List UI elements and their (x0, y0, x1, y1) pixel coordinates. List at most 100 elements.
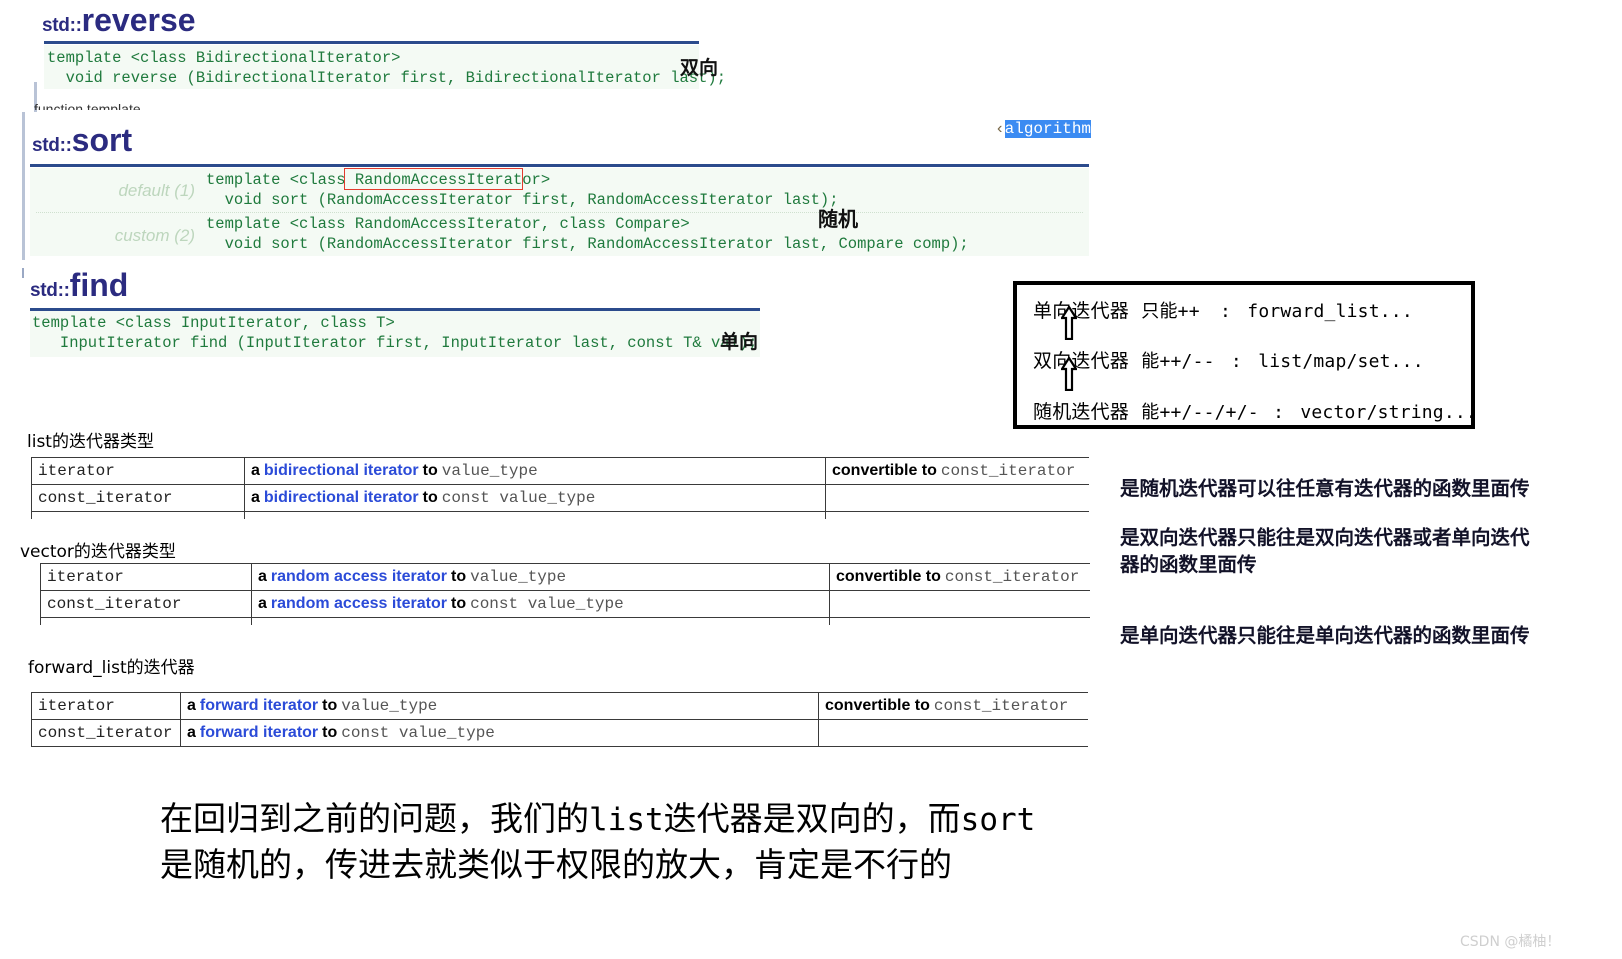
fl-row0-to: to (322, 697, 338, 714)
reverse-proto-line2: void reverse (BidirectionalIterator firs… (47, 69, 727, 87)
forward-list-table-caption: forward_list的迭代器 (28, 658, 195, 678)
iterator-row-forward-containers: forward_list... (1247, 301, 1413, 322)
up-arrow-icon (1061, 357, 1077, 391)
sort-custom-line2: void sort (RandomAccessIterator first, R… (206, 235, 969, 253)
vector-row0-a: a (258, 568, 267, 585)
list-row0-a: a (251, 462, 260, 479)
list-row0-link[interactable]: bidirectional iterator (264, 462, 419, 479)
find-heading: std::find (30, 267, 128, 304)
reverse-annotation: 双向 (680, 57, 719, 79)
find-function-name: find (69, 267, 129, 303)
reverse-prototype-box: template <class BidirectionalIterator> v… (44, 45, 726, 89)
table-row: const_iterator a bidirectional iterator … (31, 484, 1089, 512)
forward-list-iterator-table: iterator a forward iterator to value_typ… (31, 692, 1088, 747)
fl-row0-link[interactable]: forward iterator (200, 697, 318, 714)
up-arrow-icon (1061, 306, 1077, 340)
table-row: iterator a forward iterator to value_typ… (31, 692, 1088, 720)
list-row1-link[interactable]: bidirectional iterator (264, 489, 419, 506)
caption-line1-mono-sort: sort (960, 802, 1036, 838)
table-row-partial (31, 511, 1089, 519)
reverse-function-name: reverse (81, 2, 196, 38)
vector-row1-to: to (450, 595, 467, 612)
find-annotation: 单向 (720, 331, 759, 353)
iterator-row-random-containers: vector/string... (1300, 402, 1477, 423)
vector-row1-link[interactable]: random access iterator (271, 595, 447, 612)
iterator-row-bidirectional-name: 双向迭代器 (1033, 350, 1130, 372)
table-row: iterator a random access iterator to val… (40, 563, 1090, 591)
summary-caption-line1: 在回归到之前的问题，我们的list迭代器是双向的，而sort (160, 797, 1035, 842)
fl-row0-c3-mono: const_iterator (933, 697, 1069, 715)
fl-row1-name: const_iterator (38, 724, 173, 742)
list-row0-type: value_type (441, 462, 538, 480)
list-row0-c3-bold: convertible to (832, 462, 937, 479)
iterator-category-box: 单向迭代器 只能++ : forward_list... 双向迭代器 能++/-… (1013, 281, 1477, 429)
find-prototype-box: template <class InputIterator, class T> … (30, 311, 760, 357)
table-row: const_iterator a forward iterator to con… (31, 719, 1088, 747)
find-namespace: std:: (30, 280, 70, 301)
list-row0-name: iterator (38, 462, 115, 480)
csdn-watermark: CSDN @橘柚！ (1460, 934, 1561, 950)
caption-line1-mono-list: list (589, 802, 664, 838)
iterator-row-forward-name: 单向迭代器 (1033, 300, 1130, 322)
sort-header-tag[interactable]: ‹algorithm (995, 120, 1092, 138)
sort-namespace: std:: (32, 135, 72, 156)
list-iterator-table-wrap: iterator a bidirectional iterator to val… (31, 457, 1089, 519)
forward-list-iterator-table-wrap: iterator a forward iterator to value_typ… (31, 692, 1088, 747)
fl-row1-link[interactable]: forward iterator (200, 724, 318, 741)
fl-row1-a: a (187, 724, 196, 741)
fl-row0-c3-bold: convertible to (825, 697, 930, 714)
sort-prototype-box: default (1) template <class RandomAccess… (30, 168, 1089, 256)
list-table-caption: list的迭代器类型 (27, 432, 154, 452)
reverse-heading: std::reverse (42, 2, 196, 39)
find-proto-line2: InputIterator find (InputIterator first,… (32, 334, 758, 352)
sort-left-rail (22, 112, 26, 260)
reverse-proto-line1: template <class BidirectionalIterator> (47, 49, 401, 67)
iterator-row-bidirectional-colon: : (1230, 351, 1242, 372)
iterator-row-random: 随机迭代器 能++/--/+/- : vector/string... (1033, 397, 1477, 424)
iterator-row-random-name: 随机迭代器 (1033, 401, 1130, 423)
sort-default-line1-pre: template <class (206, 171, 355, 189)
vector-row1-a: a (258, 595, 267, 612)
sort-variant-label-default: default (1) (118, 181, 195, 200)
note-bidirectional-iterator-line2: 器的函数里面传 (1120, 553, 1257, 576)
iterator-row-forward-colon: : (1220, 301, 1232, 322)
fl-row1-to: to (322, 724, 338, 741)
fl-row0-a: a (187, 697, 196, 714)
sort-variant-label-custom: custom (2) (114, 226, 195, 245)
vector-iterator-table: iterator a random access iterator to val… (40, 563, 1090, 625)
summary-caption-line2: 是随机的，传进去就类似于权限的放大，肯定是不行的 (160, 845, 952, 884)
reverse-rule (44, 41, 699, 44)
iterator-row-bidirectional: 双向迭代器 能++/-- : list/map/set... (1033, 346, 1424, 373)
sort-annotation: 随机 (818, 207, 858, 231)
list-row1-type: const value_type (441, 489, 596, 507)
vector-row0-c3-mono: const_iterator (944, 568, 1080, 586)
note-random-iterator: 是随机迭代器可以往任意有迭代器的函数里面传 (1120, 477, 1530, 500)
vector-row0-c3-bold: convertible to (836, 568, 941, 585)
sort-default-line1-post: > (540, 171, 551, 189)
table-row: const_iterator a random access iterator … (40, 590, 1090, 618)
iterator-row-bidirectional-ops: 能++/-- (1141, 351, 1215, 372)
note-bidirectional-iterator-line1: 是双向迭代器只能往是双向迭代器或者单向迭代 (1120, 526, 1530, 549)
vector-row0-link[interactable]: random access iterator (271, 568, 447, 585)
vector-row0-to: to (450, 568, 467, 585)
list-row1-a: a (251, 489, 260, 506)
vector-iterator-table-wrap: iterator a random access iterator to val… (40, 563, 1090, 625)
table-row: iterator a bidirectional iterator to val… (31, 457, 1089, 485)
vector-row0-name: iterator (47, 568, 124, 586)
list-row0-to: to (422, 462, 438, 479)
angle-bracket-icon: ‹ (995, 120, 1005, 138)
sort-default-line2: void sort (RandomAccessIterator first, R… (206, 191, 839, 209)
clipped-find-bottom-text (30, 362, 170, 370)
sort-header-tag-text: algorithm (1004, 120, 1092, 138)
note-forward-iterator: 是单向迭代器只能往是单向迭代器的函数里面传 (1120, 624, 1530, 647)
fl-row0-name: iterator (38, 697, 115, 715)
clipped-function-template-text: function template (34, 101, 141, 110)
iterator-row-forward-ops: 只能++ (1141, 301, 1200, 322)
iterator-row-random-colon: : (1273, 402, 1285, 423)
reverse-namespace: std:: (42, 15, 82, 36)
list-row1-to: to (422, 489, 438, 506)
iterator-row-forward: 单向迭代器 只能++ : forward_list... (1033, 296, 1413, 323)
table-row-partial (40, 617, 1090, 625)
fl-row1-type: const value_type (341, 724, 495, 742)
find-left-rail (22, 268, 26, 278)
